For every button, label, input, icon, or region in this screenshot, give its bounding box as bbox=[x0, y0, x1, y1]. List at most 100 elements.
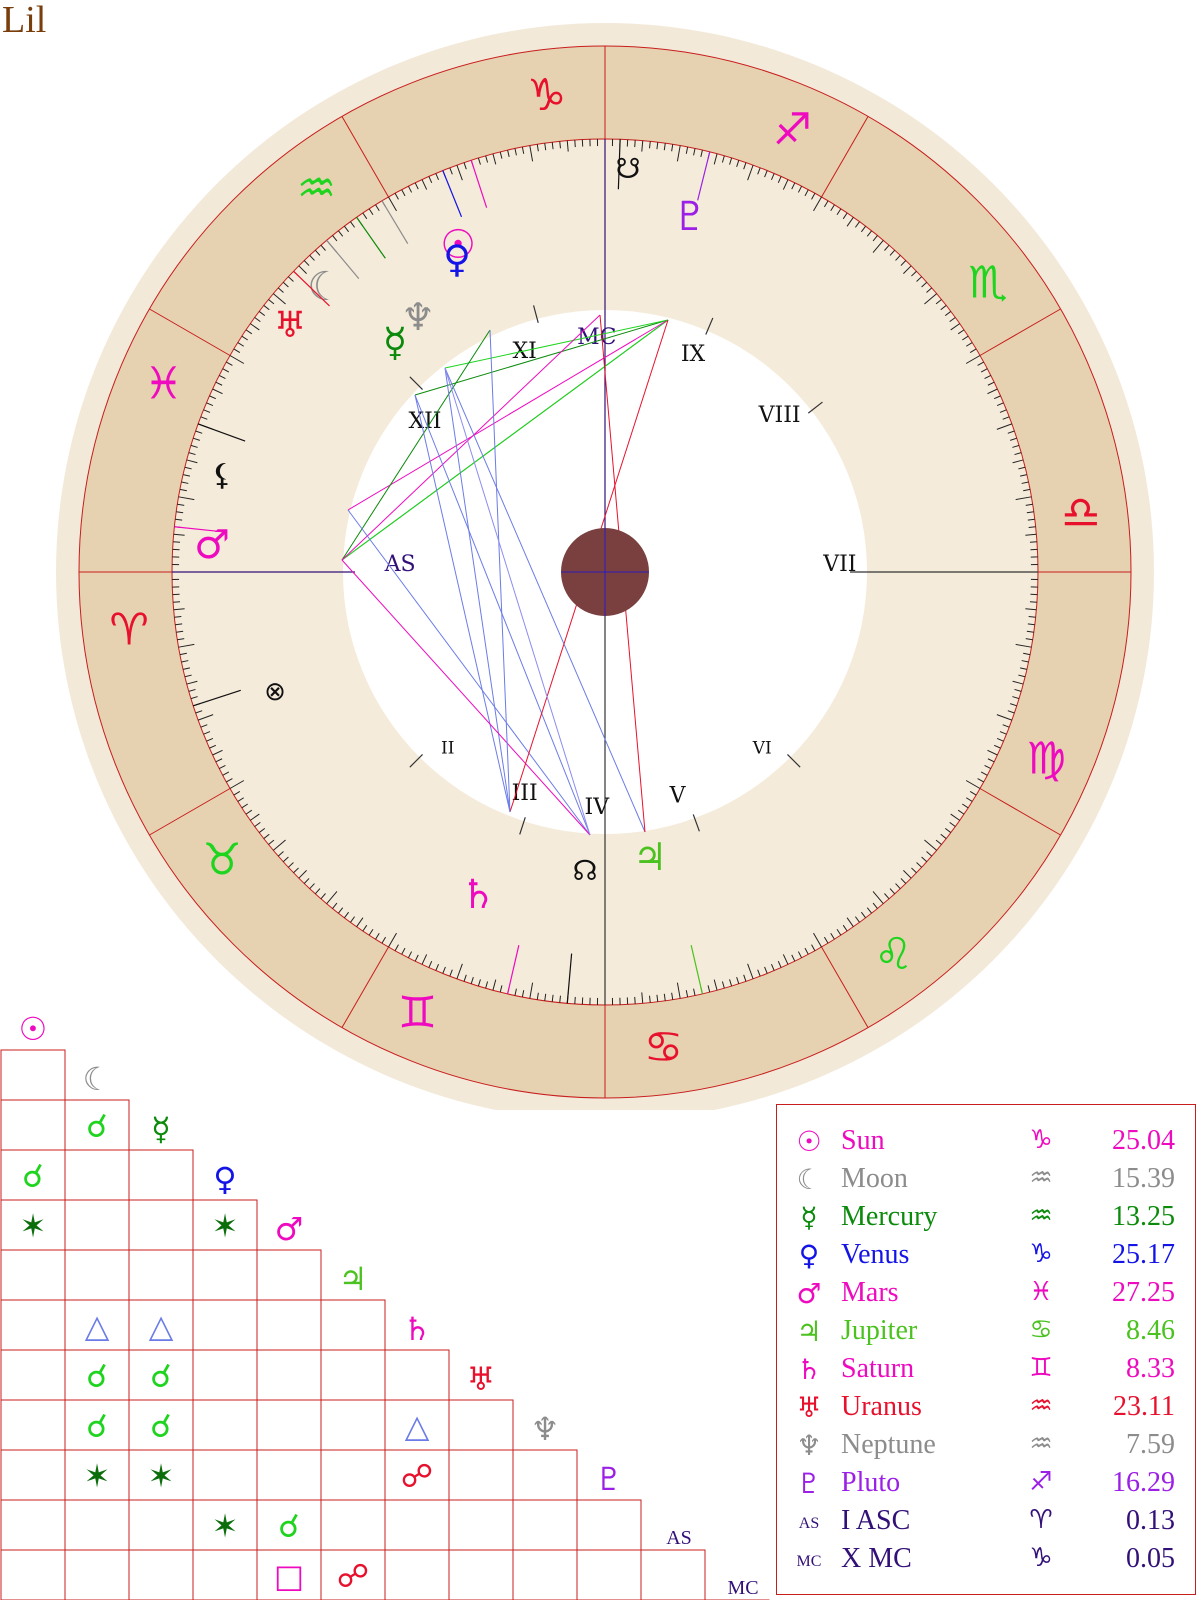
legend-sign-icon: ♑ bbox=[1029, 1239, 1053, 1269]
legend-degree: 27.25 bbox=[1112, 1277, 1175, 1308]
aspect-grid-header-icon: ♅ bbox=[467, 1360, 496, 1398]
legend-degree: 0.05 bbox=[1126, 1543, 1175, 1574]
aspect-grid-cell bbox=[128, 1499, 194, 1551]
aspect-grid-header-icon: ♀ bbox=[213, 1160, 236, 1198]
aspect-grid-header-icon: ♇ bbox=[595, 1460, 624, 1498]
aspect-grid-cell bbox=[0, 1249, 66, 1301]
legend-degree: 15.39 bbox=[1112, 1163, 1175, 1194]
aspect-grid-cell bbox=[64, 1149, 130, 1201]
planet-legend: ☉ Sun ♑ 25.04 ☾ Moon ♒ 15.39 ☿ Mercury ♒ 13.25 ♀ Venu… bbox=[776, 1104, 1196, 1595]
legend-degree: 0.13 bbox=[1126, 1505, 1175, 1536]
aspect-grid-cell bbox=[448, 1499, 514, 1551]
aspect-grid-header-icon: ♂ bbox=[275, 1210, 304, 1248]
legend-planet-name: Mars bbox=[841, 1277, 899, 1308]
legend-sign-icon: ♒ bbox=[1029, 1429, 1053, 1459]
aspect-grid-cell bbox=[192, 1549, 258, 1600]
aspect-grid-cell bbox=[64, 1199, 130, 1251]
aspect-grid-cell bbox=[192, 1249, 258, 1301]
aspect-grid-cell bbox=[256, 1249, 322, 1301]
legend-sign-icon: ♒ bbox=[1029, 1163, 1053, 1193]
aspect-grid-cell bbox=[128, 1149, 194, 1201]
aspect-symbol-icon: ✶ bbox=[20, 1207, 47, 1245]
legend-sign-icon: ♑ bbox=[1029, 1125, 1053, 1155]
legend-degree: 25.17 bbox=[1112, 1239, 1175, 1270]
zodiac-leo-icon: ♌ bbox=[874, 929, 913, 980]
aspect-grid-cell bbox=[192, 1449, 258, 1501]
aspect-grid-cell bbox=[320, 1449, 386, 1501]
legend-sign-icon: ♑ bbox=[1029, 1543, 1053, 1573]
aspect-symbol-icon: △ bbox=[85, 1307, 110, 1345]
legend-planet-name: Pluto bbox=[841, 1467, 901, 1498]
aspect-symbol-icon: ☌ bbox=[278, 1507, 299, 1545]
legend-planet-name: I ASC bbox=[841, 1505, 911, 1536]
aspect-grid-cell bbox=[192, 1299, 258, 1351]
aspect-symbol-icon: □ bbox=[274, 1557, 304, 1595]
legend-degree: 8.46 bbox=[1126, 1315, 1175, 1346]
aspect-grid-cell bbox=[128, 1549, 194, 1600]
aspect-grid-cell bbox=[384, 1499, 450, 1551]
aspect-grid-cell bbox=[192, 1399, 258, 1451]
aspect-grid-cell bbox=[448, 1449, 514, 1501]
aspect-grid-cell bbox=[576, 1499, 642, 1551]
aspect-symbol-icon: ☍ bbox=[401, 1457, 433, 1495]
aspect-symbol-icon: ☌ bbox=[86, 1357, 107, 1395]
aspect-symbol-icon: ☌ bbox=[150, 1407, 171, 1445]
aspect-grid-cell bbox=[0, 1299, 66, 1351]
legend-degree: 7.59 bbox=[1126, 1429, 1175, 1460]
legend-planet-name: Mercury bbox=[841, 1201, 938, 1232]
legend-row: AS I ASC ♈ 0.13 bbox=[777, 1505, 1197, 1541]
legend-sign-icon: ♈ bbox=[1029, 1505, 1053, 1535]
legend-sign-icon: ♓ bbox=[1029, 1277, 1053, 1307]
aspect-symbol-icon: ☌ bbox=[86, 1107, 107, 1145]
zodiac-libra-icon: ♎ bbox=[1061, 488, 1100, 539]
aspect-grid-cell bbox=[128, 1199, 194, 1251]
aspect-grid-cell bbox=[0, 1499, 66, 1551]
legend-planet-icon: ♂ bbox=[796, 1277, 822, 1310]
aspect-grid-cell bbox=[576, 1549, 642, 1600]
legend-planet-icon: AS bbox=[798, 1515, 820, 1532]
aspect-grid-cell bbox=[320, 1349, 386, 1401]
legend-planet-icon: ☾ bbox=[796, 1163, 822, 1196]
aspect-symbol-icon: ☍ bbox=[337, 1557, 369, 1595]
aspect-grid-cell bbox=[512, 1449, 578, 1501]
aspect-grid-cell bbox=[320, 1499, 386, 1551]
aspect-symbol-icon: △ bbox=[149, 1307, 174, 1345]
legend-row: MC X MC ♑ 0.05 bbox=[777, 1543, 1197, 1579]
aspect-grid-cell bbox=[64, 1499, 130, 1551]
aspect-symbol-icon: ✶ bbox=[212, 1207, 239, 1245]
legend-row: ♇ Pluto ♐ 16.29 bbox=[777, 1467, 1197, 1503]
legend-sign-icon: ♒ bbox=[1029, 1391, 1053, 1421]
aspect-grid-cell bbox=[384, 1349, 450, 1401]
zodiac-scorpio-icon: ♏ bbox=[968, 257, 1007, 308]
legend-planet-name: Jupiter bbox=[841, 1315, 918, 1346]
legend-row: ♄ Saturn ♊ 8.33 bbox=[777, 1353, 1197, 1389]
aspect-grid-cell bbox=[64, 1249, 130, 1301]
legend-planet-icon: ♀ bbox=[798, 1239, 820, 1272]
aspect-symbol-icon: ✶ bbox=[212, 1507, 239, 1545]
legend-degree: 23.11 bbox=[1113, 1391, 1175, 1422]
legend-planet-icon: ☉ bbox=[796, 1125, 822, 1158]
aspect-grid-header-icon: MC bbox=[727, 1577, 758, 1599]
aspect-symbol-icon: ✶ bbox=[84, 1457, 111, 1495]
aspect-grid-header-icon: ♃ bbox=[339, 1260, 368, 1298]
legend-row: ☿ Mercury ♒ 13.25 bbox=[777, 1201, 1197, 1237]
legend-sign-icon: ♋ bbox=[1029, 1315, 1053, 1345]
legend-planet-name: Saturn bbox=[841, 1353, 915, 1384]
legend-planet-name: Moon bbox=[841, 1163, 908, 1194]
zodiac-virgo-icon: ♍ bbox=[1027, 733, 1066, 784]
aspect-grid-header-icon: ♆ bbox=[531, 1410, 560, 1448]
aspect-grid-cell bbox=[0, 1399, 66, 1451]
aspect-grid-cell bbox=[320, 1399, 386, 1451]
aspect-grid-header-icon: ♄ bbox=[403, 1310, 432, 1348]
aspect-grid-cell bbox=[64, 1549, 130, 1600]
house-numeral: VII bbox=[822, 552, 856, 577]
aspect-grid-header-icon: ☉ bbox=[19, 1010, 48, 1048]
legend-degree: 8.33 bbox=[1126, 1353, 1175, 1384]
legend-sign-icon: ♒ bbox=[1029, 1201, 1053, 1231]
legend-row: ♀ Venus ♑ 25.17 bbox=[777, 1239, 1197, 1275]
legend-row: ♂ Mars ♓ 27.25 bbox=[777, 1277, 1197, 1313]
aspect-grid-cell bbox=[448, 1549, 514, 1600]
aspect-symbol-icon: △ bbox=[405, 1407, 430, 1445]
aspect-grid-cell bbox=[448, 1399, 514, 1451]
legend-planet-icon: ♅ bbox=[796, 1391, 822, 1424]
